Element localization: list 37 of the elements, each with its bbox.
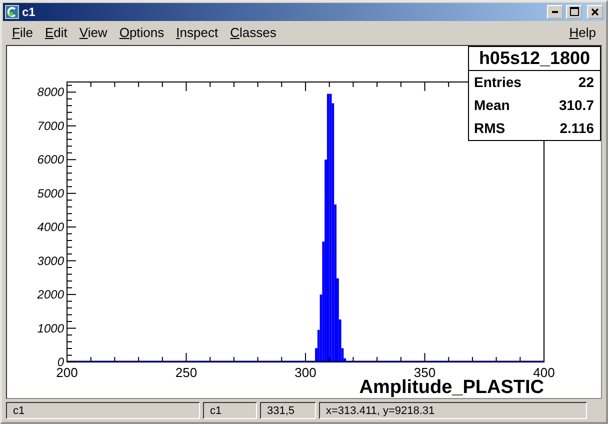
close-button[interactable] [587,4,603,19]
menu-item[interactable]: Classes [224,23,282,42]
stat-value: 2.116 [560,120,594,136]
y-tick-label: 2000 [37,287,64,302]
stat-label: Mean [474,96,510,113]
stats-title: h05s12_1800 [469,46,600,71]
stat-value: 310.7 [558,96,594,113]
stat-label: RMS [474,120,506,136]
status-field: c1 [203,402,257,419]
x-tick-label: 300 [294,364,316,380]
app-icon [5,4,19,19]
maximize-icon [570,7,578,16]
menu-item[interactable]: Inspect [170,23,224,42]
window-title: c1 [22,4,36,19]
help-menu[interactable]: Help [563,23,602,42]
status-field: c1 [6,402,200,419]
y-tick-label: 7000 [37,118,64,133]
y-tick-label: 3000 [37,254,64,268]
status-field: 331,5 [260,402,316,419]
stat-label: Entries [474,74,522,90]
y-tick-label: 8000 [37,85,64,100]
menu-item[interactable]: View [73,23,114,42]
x-tick-label: 250 [175,364,198,380]
minimize-button[interactable] [547,4,563,19]
status-field: x=313.411, y=9218.31 [319,402,587,419]
stat-value: 22 [578,74,594,90]
close-icon [591,8,599,16]
maximize-button[interactable] [566,4,582,19]
y-tick-label: 5000 [37,186,64,200]
y-tick-label: 0 [57,354,64,369]
y-tick-label: 6000 [37,152,64,166]
menu-item[interactable]: Edit [38,23,74,42]
y-tick-label: 1000 [37,321,64,336]
minimize-icon [552,10,558,13]
menu-item[interactable]: File [6,23,39,42]
y-tick-label: 4000 [37,220,64,234]
menu-item[interactable]: Options [113,23,170,42]
